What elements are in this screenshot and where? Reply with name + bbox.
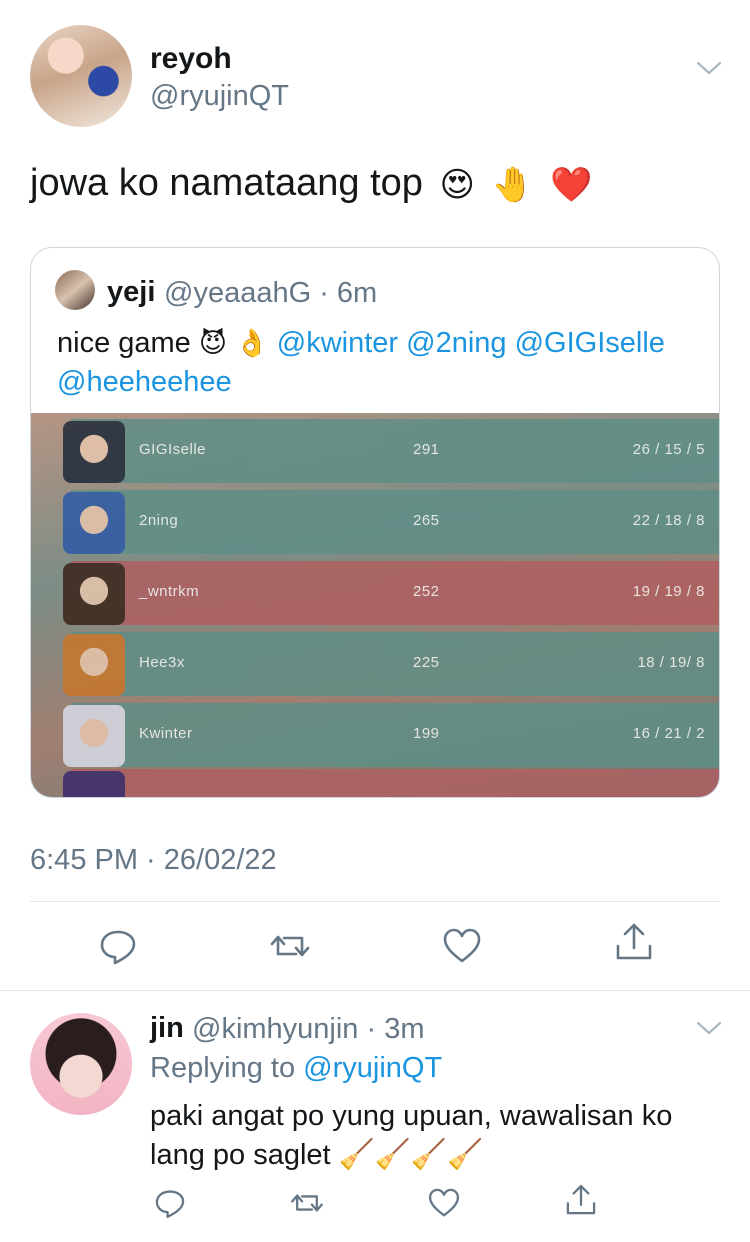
reply-author-handle[interactable]: @kimhyunjin xyxy=(192,1013,358,1045)
heart-eyes-emoji: 😍 xyxy=(439,165,475,204)
red-heart-emoji: ❤️ xyxy=(550,165,593,204)
reply-text: paki angat po yung upuan, wawalisan ko l… xyxy=(150,1097,725,1175)
player-score: 291 xyxy=(413,441,440,458)
divider xyxy=(30,901,720,902)
smiling-devil-emoji: 😈 xyxy=(198,328,228,358)
replying-to-label: Replying to xyxy=(150,1052,296,1084)
player-score: 252 xyxy=(413,583,440,600)
ok-hand-emoji: 👌 xyxy=(235,328,269,358)
scoreboard-row: Hee3x 225 18 / 19/ 8 xyxy=(63,632,719,696)
quote-time: 6m xyxy=(336,277,378,309)
broom-emoji: 🧹 xyxy=(374,1139,411,1171)
reply-author-avatar[interactable] xyxy=(30,1013,132,1115)
player-name: _wntrkm xyxy=(139,583,200,600)
player-kda: 16 / 21 / 2 xyxy=(632,725,705,742)
tweet-body: jowa ko namataang top xyxy=(30,162,423,204)
tweet-text: jowa ko namataang top 😍 🤚 ❤️ xyxy=(30,162,593,205)
agent-portrait xyxy=(63,705,125,767)
share-icon[interactable] xyxy=(563,1182,599,1218)
scoreboard-image[interactable]: GIGIselle 291 26 / 15 / 5 2ning 265 22 / 18 /… xyxy=(31,413,719,797)
player-name: GIGIselle xyxy=(139,441,207,458)
player-score: 225 xyxy=(413,654,440,671)
quote-text: nice game 😈 👌 @kwinter @2ning @GIGIselle… xyxy=(57,324,707,402)
player-kda: 19 / 19 / 8 xyxy=(632,583,705,600)
player-name: Kwinter xyxy=(139,725,193,742)
replying-to-handle[interactable]: @ryujinQT xyxy=(303,1052,442,1084)
tweet-timestamp: 6:45 PM · 26/02/22 xyxy=(30,844,277,876)
player-kda: 22 / 18 / 8 xyxy=(632,512,705,529)
quote-author-avatar[interactable] xyxy=(55,270,95,310)
like-heart-icon[interactable] xyxy=(426,1185,462,1221)
author-handle[interactable]: @ryujinQT xyxy=(150,80,289,113)
quote-body: nice game xyxy=(57,327,191,359)
tweet-options-chevron-icon[interactable] xyxy=(696,60,722,81)
replying-to: Replying to @ryujinQT xyxy=(150,1052,442,1085)
like-heart-icon[interactable] xyxy=(440,924,484,968)
agent-portrait xyxy=(63,563,125,625)
scoreboard-row: GIGIselle 291 26 / 15 / 5 xyxy=(63,419,719,483)
reply-icon[interactable] xyxy=(152,1185,188,1221)
scoreboard-row: 2ning 265 22 / 18 / 8 xyxy=(63,490,719,554)
section-separator xyxy=(0,990,750,991)
quote-mentions[interactable]: @kwinter @2ning @GIGIselle xyxy=(277,327,665,359)
reply-author-name[interactable]: jin xyxy=(150,1012,184,1045)
agent-portrait xyxy=(63,771,125,797)
scoreboard-row-partial xyxy=(63,769,719,797)
quote-author-handle[interactable]: @yeaaahG xyxy=(164,277,311,309)
agent-portrait xyxy=(63,492,125,554)
reply-options-chevron-icon[interactable] xyxy=(696,1020,722,1041)
broom-emoji: 🧹 xyxy=(410,1139,447,1171)
player-score: 265 xyxy=(413,512,440,529)
quote-author-meta: @yeaaahG · 6m xyxy=(164,277,378,309)
author-display-name[interactable]: reyoh xyxy=(150,42,232,76)
raised-hand-emoji: 🤚 xyxy=(491,165,534,204)
reply-icon[interactable] xyxy=(96,924,140,968)
share-icon[interactable] xyxy=(612,920,656,964)
player-name: Hee3x xyxy=(139,654,185,671)
player-kda: 18 / 19/ 8 xyxy=(637,654,705,671)
retweet-icon[interactable] xyxy=(268,924,312,968)
player-score: 199 xyxy=(413,725,440,742)
player-name: 2ning xyxy=(139,512,179,529)
quote-mention-heeheehee[interactable]: @heeheehee xyxy=(57,366,232,398)
broom-emoji: 🧹 xyxy=(338,1139,375,1171)
author-avatar[interactable] xyxy=(30,25,132,127)
quoted-tweet[interactable]: yeji @yeaaahG · 6m nice game 😈 👌 @kwinte… xyxy=(30,247,720,798)
agent-portrait xyxy=(63,634,125,696)
reply-time: 3m xyxy=(384,1013,425,1045)
reply-author-meta: @kimhyunjin · 3m xyxy=(192,1013,425,1045)
scoreboard-row: _wntrkm 252 19 / 19 / 8 xyxy=(63,561,719,625)
scoreboard-row: Kwinter 199 16 / 21 / 2 xyxy=(63,703,719,767)
quote-author-name[interactable]: yeji xyxy=(107,276,155,309)
broom-emoji: 🧹 xyxy=(446,1139,484,1171)
retweet-icon[interactable] xyxy=(289,1185,325,1221)
agent-portrait xyxy=(63,421,125,483)
player-kda: 26 / 15 / 5 xyxy=(632,441,705,458)
